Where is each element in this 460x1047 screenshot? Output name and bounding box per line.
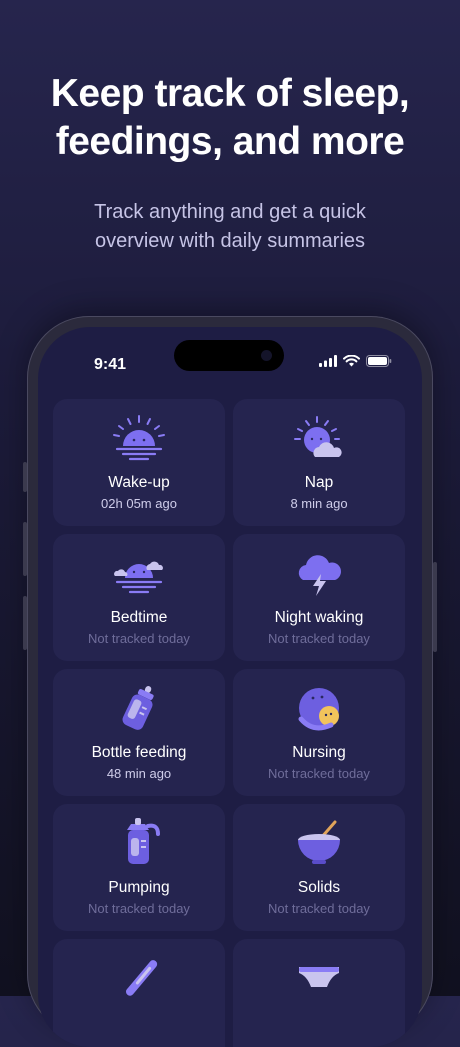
tracker-grid: Wake-up 02h 05m ago Nap 8 min ago Bedtim…	[53, 399, 405, 1047]
phone-side-button	[23, 462, 27, 492]
headline: Keep track of sleep, feedings, and more	[0, 70, 460, 166]
baby-bottle-icon	[122, 686, 154, 730]
card-title: Night waking	[274, 609, 364, 626]
battery-icon	[366, 355, 392, 367]
subheadline-line-1: Track anything and get a quick	[94, 201, 366, 223]
card-title: Nursing	[292, 744, 346, 761]
headline-line-1: Keep track of sleep,	[50, 72, 410, 115]
card-title: Solids	[297, 879, 341, 896]
card-pumping[interactable]: Pumping Not tracked today	[53, 804, 225, 931]
card-title: Pumping	[108, 879, 170, 896]
phone-volume-down	[23, 596, 27, 650]
sun-cloud-icon	[294, 416, 342, 457]
pump-bottle-icon	[127, 818, 160, 864]
headline-line-2: feedings, and more	[55, 120, 405, 163]
card-title: Bottle feeding	[91, 744, 187, 761]
card-bedtime[interactable]: Bedtime Not tracked today	[53, 534, 225, 661]
card-status: Not tracked today	[88, 631, 190, 646]
card-nursing[interactable]: Nursing Not tracked today	[233, 669, 405, 796]
signal-icon	[319, 355, 337, 367]
card-diaper[interactable]	[233, 939, 405, 1047]
card-nap[interactable]: Nap 8 min ago	[233, 399, 405, 526]
card-night-waking[interactable]: Night waking Not tracked today	[233, 534, 405, 661]
card-status: 8 min ago	[290, 496, 348, 511]
card-title: Nap	[304, 474, 334, 491]
card-title: Bedtime	[110, 609, 168, 626]
card-status: Not tracked today	[268, 766, 370, 781]
card-status: Not tracked today	[268, 631, 370, 646]
nursing-icon	[298, 688, 339, 731]
phone-frame: 9:41 Wake-up 02h 05m ago Nap 8 min ago B…	[23, 316, 437, 1047]
card-title: Wake-up	[108, 474, 170, 491]
card-status: Not tracked today	[268, 901, 370, 916]
status-icons	[319, 355, 392, 367]
card-status: 02h 05m ago	[101, 496, 177, 511]
storm-cloud-icon	[298, 555, 342, 596]
status-time: 9:41	[94, 356, 127, 373]
camera-icon	[261, 350, 272, 361]
food-bowl-icon	[298, 820, 340, 864]
wifi-icon	[343, 355, 360, 367]
card-status: Not tracked today	[88, 901, 190, 916]
card-solids[interactable]: Solids Not tracked today	[233, 804, 405, 931]
sunrise-icon	[113, 415, 165, 461]
card-temperature[interactable]	[53, 939, 225, 1047]
card-wake-up[interactable]: Wake-up 02h 05m ago	[53, 399, 225, 526]
phone-power-button	[433, 562, 437, 652]
card-status: 48 min ago	[106, 766, 172, 781]
dynamic-island	[174, 340, 284, 371]
subheadline: Track anything and get a quick overview …	[0, 198, 460, 256]
sunset-icon	[114, 561, 163, 594]
subheadline-line-2: overview with daily summaries	[94, 230, 366, 252]
phone-volume-up	[23, 522, 27, 576]
phone-screen: 9:41 Wake-up 02h 05m ago Nap 8 min ago B…	[38, 327, 422, 1047]
card-bottle-feeding[interactable]: Bottle feeding 48 min ago	[53, 669, 225, 796]
